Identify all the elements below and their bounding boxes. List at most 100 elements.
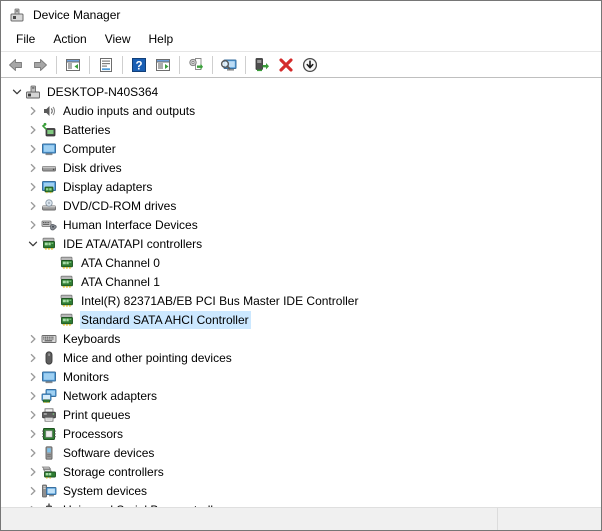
tree-row-ata-channel-1[interactable]: ATA Channel 1 bbox=[1, 272, 601, 291]
chevron-right-icon[interactable] bbox=[25, 331, 41, 347]
svg-text:?: ? bbox=[135, 60, 142, 72]
show-hide-action-pane-button[interactable] bbox=[151, 54, 175, 76]
tree-label: Intel(R) 82371AB/EB PCI Bus Master IDE C… bbox=[80, 292, 360, 310]
chevron-down-icon[interactable] bbox=[9, 84, 25, 100]
chevron-right-icon[interactable] bbox=[25, 502, 41, 508]
tree-label: Audio inputs and outputs bbox=[62, 102, 197, 120]
monitor-icon bbox=[41, 141, 57, 157]
ide-controller-icon bbox=[59, 274, 75, 290]
tree-row-desktop[interactable]: DESKTOP-N40S364 bbox=[1, 82, 601, 101]
printer-icon bbox=[41, 407, 57, 423]
chevron-right-icon[interactable] bbox=[25, 445, 41, 461]
tree-label: ATA Channel 0 bbox=[80, 254, 162, 272]
tree-row-network-adapters[interactable]: Network adapters bbox=[1, 386, 601, 405]
forward-button[interactable] bbox=[28, 54, 52, 76]
menu-file[interactable]: File bbox=[7, 29, 44, 50]
tree-row-human-interface-devices[interactable]: Human Interface Devices bbox=[1, 215, 601, 234]
tree-label: Human Interface Devices bbox=[62, 216, 200, 234]
window-title: Device Manager bbox=[33, 7, 120, 23]
tree-label: Storage controllers bbox=[62, 463, 166, 481]
enable-device-button[interactable] bbox=[250, 54, 274, 76]
ide-controller-icon bbox=[41, 236, 57, 252]
chevron-right-icon[interactable] bbox=[25, 160, 41, 176]
ide-controller-icon bbox=[59, 255, 75, 271]
chevron-right-icon[interactable] bbox=[25, 369, 41, 385]
chevron-right-icon[interactable] bbox=[25, 122, 41, 138]
tree-row-processors[interactable]: Processors bbox=[1, 424, 601, 443]
scan-for-hardware-changes-button[interactable] bbox=[217, 54, 241, 76]
device-manager-icon bbox=[9, 7, 25, 23]
menu-action[interactable]: Action bbox=[44, 29, 95, 50]
chevron-right-icon[interactable] bbox=[25, 426, 41, 442]
tree-row-system-devices[interactable]: System devices bbox=[1, 481, 601, 500]
chevron-right-icon[interactable] bbox=[25, 217, 41, 233]
show-hide-console-tree-button[interactable] bbox=[61, 54, 85, 76]
chevron-right-icon[interactable] bbox=[25, 350, 41, 366]
chevron-right-icon[interactable] bbox=[25, 407, 41, 423]
tree-row-mice-and-other-pointing-devices[interactable]: Mice and other pointing devices bbox=[1, 348, 601, 367]
tree-label: Computer bbox=[62, 140, 118, 158]
tree-row-universal-serial-bus-controllers[interactable]: Universal Serial Bus controllers bbox=[1, 500, 601, 507]
menu-help[interactable]: Help bbox=[140, 29, 183, 50]
tree-row-software-devices[interactable]: Software devices bbox=[1, 443, 601, 462]
tree-label: Network adapters bbox=[62, 387, 159, 405]
chevron-right-icon[interactable] bbox=[25, 388, 41, 404]
usb-icon bbox=[41, 502, 57, 508]
tree-label: ATA Channel 1 bbox=[80, 273, 162, 291]
ide-controller-icon bbox=[59, 312, 75, 328]
mouse-icon bbox=[41, 350, 57, 366]
chevron-right-icon[interactable] bbox=[25, 103, 41, 119]
status-bar bbox=[1, 507, 601, 530]
chevron-down-icon[interactable] bbox=[25, 236, 41, 252]
tree-row-audio-inputs-and-outputs[interactable]: Audio inputs and outputs bbox=[1, 101, 601, 120]
menu-view[interactable]: View bbox=[96, 29, 140, 50]
chevron-right-icon[interactable] bbox=[25, 464, 41, 480]
device-manager-window: Device Manager File Action View Help bbox=[0, 0, 602, 531]
tree-row-batteries[interactable]: Batteries bbox=[1, 120, 601, 139]
disable-device-button[interactable] bbox=[298, 54, 322, 76]
network-adapter-icon bbox=[41, 388, 57, 404]
tree-row-monitors[interactable]: Monitors bbox=[1, 367, 601, 386]
tree-row-disk-drives[interactable]: Disk drives bbox=[1, 158, 601, 177]
tree-row-storage-controllers[interactable]: Storage controllers bbox=[1, 462, 601, 481]
tree-row-intel-pci-bus-master-ide-controller[interactable]: Intel(R) 82371AB/EB PCI Bus Master IDE C… bbox=[1, 291, 601, 310]
tree-row-keyboards[interactable]: Keyboards bbox=[1, 329, 601, 348]
system-device-icon bbox=[41, 483, 57, 499]
uninstall-device-icon bbox=[277, 56, 295, 74]
tree-label: DESKTOP-N40S364 bbox=[46, 83, 160, 101]
chevron-right-icon[interactable] bbox=[25, 141, 41, 157]
uninstall-device-button[interactable] bbox=[274, 54, 298, 76]
tree-label: Batteries bbox=[62, 121, 112, 139]
tree-row-standard-sata-ahci-controller[interactable]: Standard SATA AHCI Controller bbox=[1, 310, 601, 329]
help-button[interactable]: ? bbox=[127, 54, 151, 76]
tree-row-dvd-cdrom-drives[interactable]: DVD/CD-ROM drives bbox=[1, 196, 601, 215]
tree-label: Display adapters bbox=[62, 178, 154, 196]
tree-label: Disk drives bbox=[62, 159, 124, 177]
scan-for-hardware-changes-icon bbox=[220, 56, 238, 74]
device-tree[interactable]: DESKTOP-N40S364 Audio inputs and outputs bbox=[1, 78, 601, 507]
back-button[interactable] bbox=[4, 54, 28, 76]
tree-row-print-queues[interactable]: Print queues bbox=[1, 405, 601, 424]
toolbar-separator bbox=[212, 56, 213, 74]
help-icon: ? bbox=[130, 56, 148, 74]
optical-drive-icon bbox=[41, 198, 57, 214]
update-driver-button[interactable] bbox=[184, 54, 208, 76]
forward-arrow-icon bbox=[31, 56, 49, 74]
properties-icon bbox=[97, 56, 115, 74]
update-driver-icon bbox=[187, 56, 205, 74]
tree-row-display-adapters[interactable]: Display adapters bbox=[1, 177, 601, 196]
chevron-right-icon[interactable] bbox=[25, 198, 41, 214]
chevron-right-icon[interactable] bbox=[25, 483, 41, 499]
properties-button[interactable] bbox=[94, 54, 118, 76]
status-bar-main-pane bbox=[1, 508, 498, 530]
tree-label: Mice and other pointing devices bbox=[62, 349, 234, 367]
storage-controller-icon bbox=[41, 464, 57, 480]
keyboard-icon bbox=[41, 331, 57, 347]
tree-row-computer[interactable]: Computer bbox=[1, 139, 601, 158]
tree-label: IDE ATA/ATAPI controllers bbox=[62, 235, 204, 253]
speaker-icon bbox=[41, 103, 57, 119]
chevron-right-icon[interactable] bbox=[25, 179, 41, 195]
tree-row-ide-ata-atapi-controllers[interactable]: IDE ATA/ATAPI controllers bbox=[1, 234, 601, 253]
tree-row-ata-channel-0[interactable]: ATA Channel 0 bbox=[1, 253, 601, 272]
toolbar-separator bbox=[56, 56, 57, 74]
